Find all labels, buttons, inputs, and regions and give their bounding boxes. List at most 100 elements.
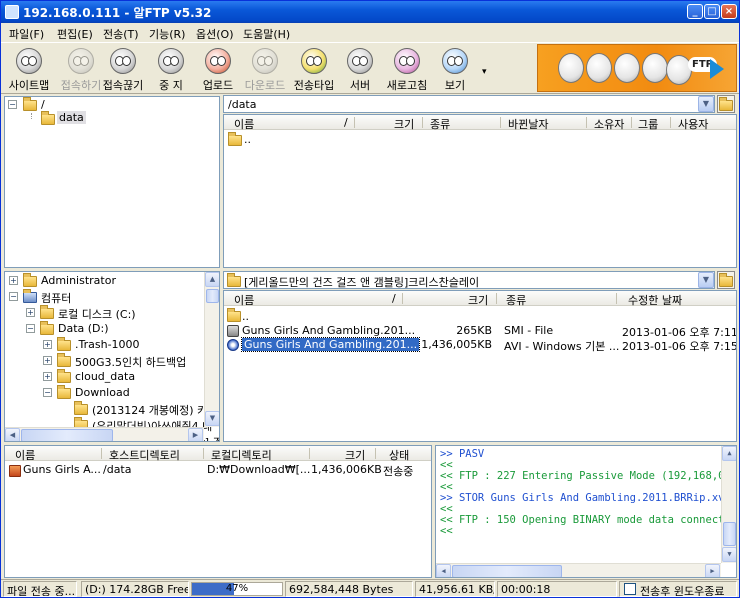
col-status[interactable]: 상태 [389, 447, 409, 463]
col-size[interactable]: 크기 [468, 292, 488, 308]
tree-item[interactable]: + .Trash-1000 [5, 337, 204, 352]
scroll-thumb[interactable] [206, 289, 219, 303]
log-hscroll[interactable]: ◀ ▶ [436, 563, 721, 577]
tree-item[interactable]: + cloud_data [5, 369, 204, 384]
col-size[interactable]: 크기 [345, 447, 365, 463]
scroll-right-icon[interactable]: ▶ [188, 428, 203, 441]
close-button[interactable]: × [721, 4, 737, 19]
col-modified[interactable]: 수정한 날짜 [628, 292, 682, 308]
col-sep [631, 117, 632, 128]
scroll-down-icon[interactable]: ▼ [205, 411, 219, 426]
banner-ad[interactable]: FTP [537, 44, 737, 92]
expand-icon[interactable]: + [43, 372, 52, 381]
folder-icon [74, 401, 88, 415]
remote-path-input[interactable]: /data ▼ [223, 95, 715, 113]
shutdown-after-transfer[interactable]: 전송후 윈도우종료 [619, 581, 737, 597]
scroll-thumb[interactable] [21, 429, 113, 441]
col-sep [402, 293, 403, 304]
local-item-name: Guns Girls And Gambling.201... [242, 324, 416, 337]
local-file-list: 이름 / 크기 종류 수정한 날짜 .. Guns Girls And Gambl… [223, 290, 737, 442]
scroll-up-icon[interactable]: ▲ [722, 446, 736, 461]
expand-icon[interactable]: + [26, 308, 35, 317]
tree-item[interactable]: +500G3.5인치 하드백업 [5, 353, 204, 369]
col-type[interactable]: 종류 [506, 292, 526, 308]
col-local-dir[interactable]: 로컬디렉토리 [211, 447, 272, 463]
col-owner[interactable]: 소유자 [594, 116, 624, 132]
server-icon [347, 48, 373, 74]
expand-icon[interactable]: + [43, 340, 52, 349]
expand-icon[interactable]: + [9, 276, 18, 285]
col-host-dir[interactable]: 호스트디렉토리 [109, 447, 180, 463]
col-name[interactable]: 이름 [234, 116, 254, 132]
chevron-down-icon[interactable]: ▼ [698, 96, 714, 112]
col-sep [616, 293, 617, 304]
local-item-size: 1,436,005KB [421, 338, 492, 351]
remote-up-folder-button[interactable] [717, 95, 735, 113]
movie-file-icon [9, 465, 21, 477]
local-tree-hscroll[interactable]: ◀ ▶ [5, 427, 204, 441]
chevron-down-icon[interactable]: ▼ [698, 272, 714, 288]
tree-item[interactable]: (2013124 개봉예정) 키아누 [5, 401, 219, 417]
list-item[interactable]: .. [224, 132, 424, 147]
col-size[interactable]: 크기 [394, 116, 414, 132]
window-title: 192.168.0.111 - 알FTP v5.32 [23, 6, 212, 20]
minimize-button[interactable]: _ [687, 4, 703, 19]
view-label: 보기 [444, 79, 466, 92]
scroll-down-icon[interactable]: ▼ [722, 547, 736, 562]
scroll-right-icon[interactable]: ▶ [705, 564, 720, 577]
scroll-thumb[interactable] [723, 522, 736, 546]
local-up-folder-button[interactable] [717, 271, 735, 289]
scroll-thumb[interactable] [452, 565, 562, 577]
list-item[interactable]: Guns Girls And Gambling.201... 1,436,005K… [224, 337, 736, 353]
scroll-up-icon[interactable]: ▲ [205, 272, 219, 287]
maximize-button[interactable]: □ [704, 4, 720, 19]
tree-item[interactable]: − Data (D:) [5, 321, 204, 336]
banner-arrow-icon [710, 59, 724, 79]
col-sep [354, 117, 355, 128]
col-sep [309, 448, 310, 459]
menu-function[interactable]: 기능(R) [149, 26, 185, 42]
remote-tree-root[interactable]: / [41, 98, 45, 111]
tree-item[interactable]: − 컴퓨터 [5, 289, 204, 305]
list-item[interactable]: Guns Girls And Gambling.201... 265KB SMI -… [224, 323, 736, 339]
local-tree-vscroll[interactable]: ▲ ▼ [204, 272, 219, 427]
log-vscroll[interactable]: ▲ ▼ [721, 446, 736, 563]
scroll-left-icon[interactable]: ◀ [5, 428, 20, 441]
table-row[interactable]: Guns Girls A... /data D:₩Download₩[... 1… [5, 462, 431, 478]
remote-tree-data[interactable]: data [57, 111, 86, 124]
shutdown-checkbox[interactable] [624, 583, 636, 595]
col-type[interactable]: 종류 [430, 116, 450, 132]
menu-transfer[interactable]: 전송(T) [103, 26, 139, 42]
col-modified[interactable]: 바뀐날자 [508, 116, 548, 132]
tree-item[interactable]: + 로컬 디스크 (C:) [5, 305, 204, 321]
list-item[interactable]: .. [224, 308, 736, 324]
col-user[interactable]: 사용자 [678, 116, 708, 132]
view-button[interactable]: 보기 [429, 45, 481, 93]
scroll-left-icon[interactable]: ◀ [436, 564, 451, 577]
menu-file[interactable]: 파일(F) [9, 26, 44, 42]
tree-item-label: .Trash-1000 [75, 338, 140, 351]
folder-icon [57, 369, 71, 383]
col-group[interactable]: 그룹 [638, 116, 658, 132]
collapse-icon[interactable]: − [43, 388, 52, 397]
menu-help[interactable]: 도움말(H) [243, 26, 290, 42]
col-name[interactable]: 이름 [234, 292, 254, 308]
tree-item[interactable]: − Download [5, 385, 204, 400]
tree-line [31, 113, 32, 119]
tree-item[interactable]: + Administrator [5, 273, 204, 288]
col-sep [375, 448, 376, 459]
menu-options[interactable]: 옵션(O) [196, 26, 233, 42]
folder-icon [23, 289, 37, 303]
collapse-icon[interactable]: − [26, 324, 35, 333]
collapse-icon[interactable]: − [9, 292, 18, 301]
toolbar-more-icon[interactable]: ▾ [482, 67, 487, 77]
col-name[interactable]: 이름 [15, 447, 35, 463]
expand-icon[interactable]: + [43, 356, 52, 365]
local-path-input[interactable]: [게리올드만의 건즈 걸즈 앤 갬블링]크리스찬슬레이 ▼ [223, 271, 715, 289]
menu-edit[interactable]: 편집(E) [57, 26, 93, 42]
sitemap-button[interactable]: 사이트맵 [3, 45, 55, 93]
col-sep [500, 117, 501, 128]
collapse-icon[interactable]: − [8, 100, 17, 109]
local-item-type: AVI - Windows 기본 ... [504, 340, 620, 353]
subtitle-file-icon [227, 325, 239, 337]
